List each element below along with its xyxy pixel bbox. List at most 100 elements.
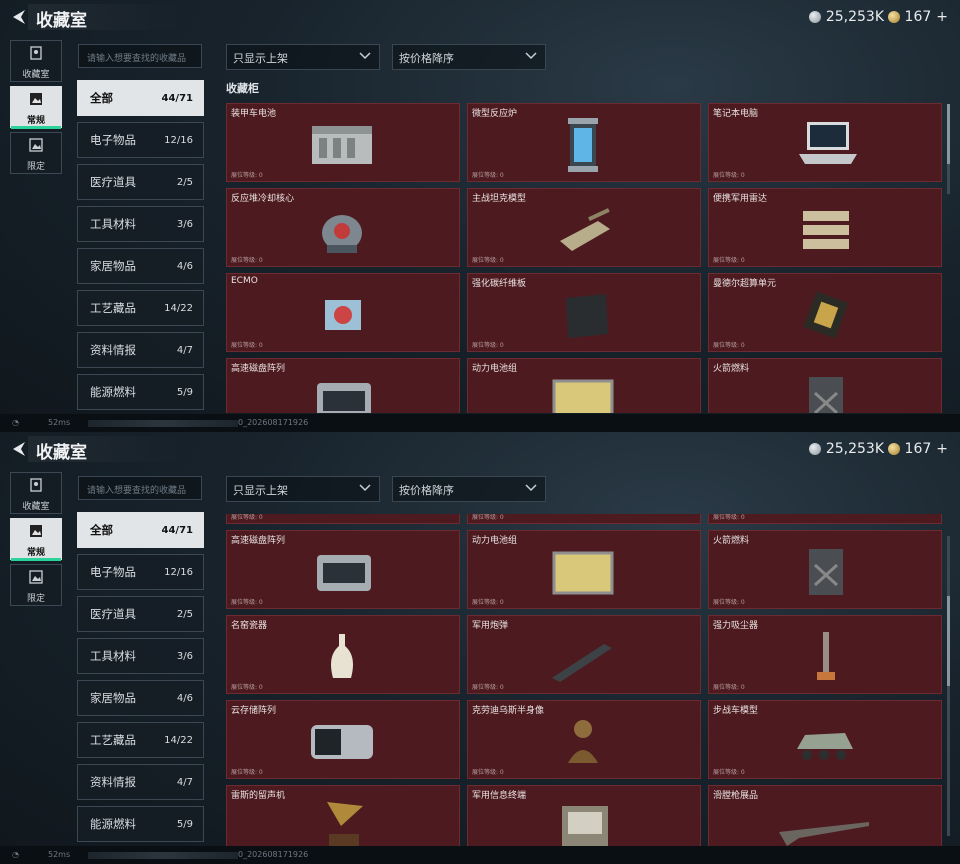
- top-bar: 收藏室 25,253K 167 +: [0, 432, 960, 468]
- card-level: 展位等级: 0: [713, 599, 745, 606]
- collection-card[interactable]: 展位等级: 0: [226, 514, 460, 524]
- card-level: 展位等级: 0: [713, 342, 745, 349]
- scrollbar[interactable]: [947, 104, 950, 194]
- category-crafts[interactable]: 工艺藏品 14/22: [77, 722, 204, 758]
- scrollbar[interactable]: [947, 536, 950, 836]
- card-level: 展位等级: 0: [713, 514, 745, 521]
- nav-collection-room[interactable]: 收藏室: [10, 472, 62, 514]
- silver-coin-icon: [808, 443, 821, 455]
- collection-card[interactable]: 克劳迪乌斯半身像 展位等级: 0: [467, 700, 701, 779]
- left-nav: 收藏室 常规 限定: [10, 472, 64, 610]
- scrollbar-thumb[interactable]: [947, 596, 950, 686]
- portrait-icon: [30, 46, 42, 60]
- category-tools[interactable]: 工具材料 3/6: [77, 638, 204, 674]
- collection-card[interactable]: 便携军用雷达 展位等级: 0: [708, 188, 942, 267]
- currency-gold[interactable]: 167 +: [887, 441, 948, 457]
- category-electronics[interactable]: 电子物品 12/16: [77, 122, 204, 158]
- core-icon: [322, 215, 362, 253]
- category-list: 全部 44/71 电子物品 12/16 医疗道具 2/5 工具材料 3/6 家居物品 4/…: [77, 80, 204, 416]
- card-level: 展位等级: 0: [713, 172, 745, 179]
- shell-icon: [552, 644, 612, 682]
- vacuum-icon: [817, 632, 835, 680]
- nav-limited[interactable]: 限定: [10, 564, 62, 606]
- category-all[interactable]: 全部 44/71: [77, 512, 204, 548]
- wifi-icon: ◔: [12, 850, 19, 859]
- nav-regular[interactable]: 常规: [10, 86, 62, 129]
- search-input[interactable]: 请输入想要查找的收藏品: [78, 44, 202, 68]
- chevron-down-icon: [359, 52, 371, 60]
- ifv-icon: [797, 733, 853, 760]
- category-fuel[interactable]: 能源燃料 5/9: [77, 806, 204, 842]
- category-all[interactable]: 全部 44/71: [77, 80, 204, 116]
- collection-card[interactable]: 展位等级: 0: [467, 514, 701, 524]
- nav-limited[interactable]: 限定: [10, 132, 62, 174]
- card-name: 云存储阵列: [231, 706, 277, 716]
- card-level: 展位等级: 0: [472, 769, 504, 776]
- page-title: 收藏室: [36, 11, 87, 31]
- nav-regular[interactable]: 常规: [10, 518, 62, 561]
- collection-card[interactable]: 军用炮弹 展位等级: 0: [467, 615, 701, 694]
- card-name: 动力电池组: [472, 536, 518, 546]
- battery-icon: [312, 126, 372, 164]
- collection-card[interactable]: 火箭燃料展位等级: 0: [708, 530, 942, 609]
- card-name: 笔记本电脑: [713, 109, 759, 119]
- category-medical[interactable]: 医疗道具 2/5: [77, 164, 204, 200]
- collection-card[interactable]: 强化碳纤维板 展位等级: 0: [467, 273, 701, 352]
- carbon-plate-icon: [566, 294, 608, 338]
- scrollbar-thumb[interactable]: [947, 104, 950, 164]
- collection-card[interactable]: 动力电池组展位等级: 0: [467, 530, 701, 609]
- category-household[interactable]: 家居物品 4/6: [77, 680, 204, 716]
- nav-collection-room[interactable]: 收藏室: [10, 40, 62, 82]
- category-intel[interactable]: 资料情报 4/7: [77, 332, 204, 368]
- top-bar: 收藏室 25,253K 167 +: [0, 0, 960, 36]
- collection-card[interactable]: 高速磁盘阵列展位等级: 0: [226, 358, 460, 413]
- listing-filter-dropdown[interactable]: 只显示上架: [226, 476, 380, 502]
- category-tools[interactable]: 工具材料 3/6: [77, 206, 204, 242]
- category-medical[interactable]: 医疗道具 2/5: [77, 596, 204, 632]
- fuel-can-icon: [809, 549, 843, 595]
- collection-card[interactable]: 笔记本电脑展位等级: 0: [708, 103, 942, 182]
- storage-icon: [311, 725, 373, 759]
- collection-card[interactable]: 曼德尔超算单元 展位等级: 0: [708, 273, 942, 352]
- collection-card[interactable]: 云存储阵列 展位等级: 0: [226, 700, 460, 779]
- card-level: 展位等级: 0: [713, 769, 745, 776]
- search-input[interactable]: 请输入想要查找的收藏品: [78, 476, 202, 500]
- sort-dropdown[interactable]: 按价格降序: [392, 44, 546, 70]
- collection-card[interactable]: 反应堆冷却核心 展位等级: 0: [226, 188, 460, 267]
- card-level: 展位等级: 0: [472, 514, 504, 521]
- collection-card[interactable]: ECMO 展位等级: 0: [226, 273, 460, 352]
- card-name: 高速磁盘阵列: [231, 536, 286, 546]
- item-grid: 展位等级: 0 展位等级: 0 展位等级: 0 高速磁盘阵列 展位等级: 0 动力电池组展…: [226, 514, 942, 864]
- wifi-icon: ◔: [12, 418, 19, 427]
- collection-card[interactable]: 装甲车电池 展位等级: 0: [226, 103, 460, 182]
- collection-card[interactable]: 展位等级: 0: [708, 514, 942, 524]
- collection-card[interactable]: 动力电池组展位等级: 0: [467, 358, 701, 413]
- vase-icon: [331, 634, 353, 678]
- tank-icon: [560, 208, 610, 251]
- currency-gold[interactable]: 167 +: [887, 9, 948, 25]
- radar-icon: [803, 211, 849, 249]
- back-arrow-icon[interactable]: [10, 440, 28, 458]
- collection-card[interactable]: 名窑瓷器 展位等级: 0: [226, 615, 460, 694]
- back-arrow-icon[interactable]: [10, 8, 28, 26]
- collection-card[interactable]: 微型反应炉 展位等级: 0: [467, 103, 701, 182]
- card-level: 展位等级: 0: [231, 599, 263, 606]
- card-name: 便携军用雷达: [713, 194, 768, 204]
- fuel-can-icon: [809, 377, 843, 413]
- collection-card[interactable]: 主战坦克模型 展位等级: 0: [467, 188, 701, 267]
- collection-card[interactable]: 高速磁盘阵列展位等级: 0: [226, 530, 460, 609]
- collection-card[interactable]: 强力吸尘器 展位等级: 0: [708, 615, 942, 694]
- category-intel[interactable]: 资料情报 4/7: [77, 764, 204, 800]
- collection-card[interactable]: 火箭燃料展位等级: 0: [708, 358, 942, 413]
- battery-pack-icon: [552, 379, 614, 413]
- image-frame-icon: [29, 570, 43, 584]
- listing-filter-dropdown[interactable]: 只显示上架: [226, 44, 380, 70]
- category-household[interactable]: 家居物品 4/6: [77, 248, 204, 284]
- category-crafts[interactable]: 工艺藏品 14/22: [77, 290, 204, 326]
- collection-card[interactable]: 步战车模型 展位等级: 0: [708, 700, 942, 779]
- card-level: 展位等级: 0: [472, 257, 504, 264]
- category-electronics[interactable]: 电子物品 12/16: [77, 554, 204, 590]
- sort-dropdown[interactable]: 按价格降序: [392, 476, 546, 502]
- left-nav: 收藏室 常规 限定: [10, 40, 64, 178]
- category-fuel[interactable]: 能源燃料 5/9: [77, 374, 204, 410]
